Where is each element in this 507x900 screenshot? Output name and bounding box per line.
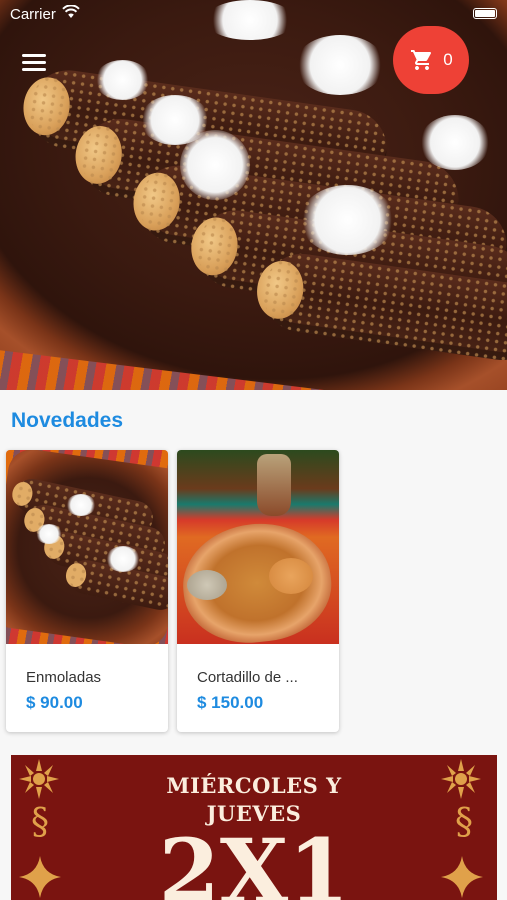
cheese-topping [295, 35, 385, 95]
status-bar: Carrier [0, 0, 507, 28]
product-price: $ 150.00 [197, 693, 264, 712]
shopping-cart-icon [411, 50, 432, 70]
hamburger-menu-icon[interactable] [22, 50, 48, 72]
cheese-topping [95, 60, 150, 100]
promo-banner[interactable]: § § MIÉRCOLES Y JUEVES 2X1 [11, 755, 497, 900]
product-name: Cortadillo de ... [197, 669, 298, 686]
product-card-cortadillo[interactable]: Cortadillo de ... $ 150.00 [177, 450, 339, 732]
promo-days-line1: MIÉRCOLES Y [166, 773, 342, 798]
battery-icon [473, 8, 497, 19]
product-price: $ 90.00 [26, 693, 83, 712]
cart-count: 0 [443, 50, 453, 69]
product-name: Enmoladas [26, 669, 102, 686]
promo-offer: 2X1 [158, 819, 350, 900]
cheese-topping [420, 115, 490, 170]
carrier-label: Carrier [10, 6, 56, 23]
cheese-topping [180, 130, 250, 200]
product-image [177, 450, 339, 644]
product-image [6, 450, 168, 644]
product-card-enmoladas[interactable]: Enmoladas $ 90.00 [6, 450, 168, 732]
wifi-icon [62, 5, 80, 18]
cart-button[interactable]: 0 [393, 26, 469, 94]
section-title-novedades: Novedades [11, 409, 124, 432]
cheese-topping [300, 185, 395, 255]
